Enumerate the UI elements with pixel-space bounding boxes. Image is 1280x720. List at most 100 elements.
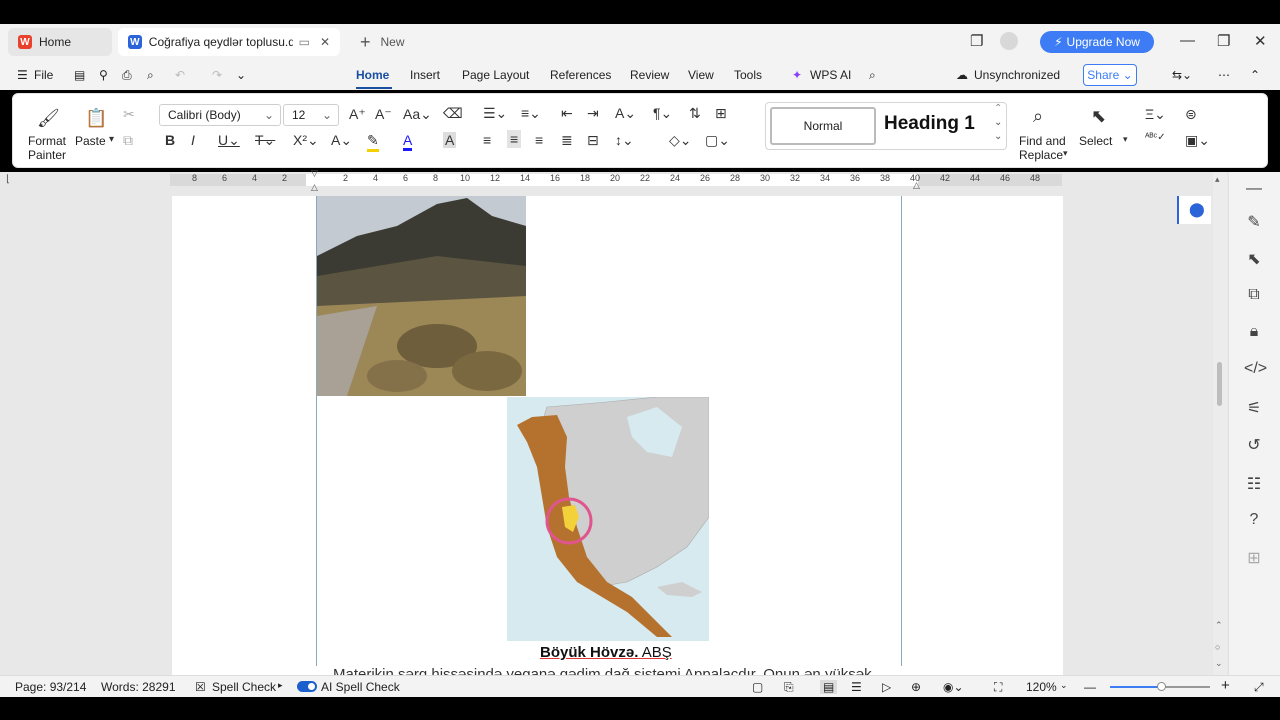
avatar[interactable] <box>1000 32 1018 50</box>
sync-status[interactable]: Unsynchronized <box>974 68 1060 82</box>
menu-view[interactable]: View <box>688 68 714 82</box>
body-text-line[interactable]: Materikin şərq hissəsində yeganə qədim d… <box>333 666 923 675</box>
tab-document[interactable]: W Coğrafiya qeydlər toplusu.doc ▭ ✕ <box>118 28 340 56</box>
collab-icon[interactable]: ⇆⌄ <box>1172 68 1192 82</box>
upgrade-button[interactable]: ⚡ Upgrade Now <box>1040 31 1154 53</box>
underline-icon[interactable]: U⌄ <box>218 132 240 149</box>
select-button[interactable]: Select <box>1079 134 1112 148</box>
help-icon[interactable]: ? <box>1244 511 1264 529</box>
reader-icon[interactable]: ⧉ <box>1244 286 1264 304</box>
align-left-icon[interactable]: ≡ <box>483 132 491 148</box>
chevron-right-icon[interactable]: ▸ <box>278 680 283 691</box>
left-indent-icon[interactable]: △ <box>311 182 318 193</box>
text-effect-icon[interactable]: A⌄ <box>331 132 352 149</box>
menu-insert[interactable]: Insert <box>410 68 440 82</box>
spell-abc-icon[interactable]: ᴬᴮᶜ✓ <box>1145 132 1166 143</box>
code-icon[interactable]: </> <box>1244 360 1267 378</box>
format-painter-label-1[interactable]: Format <box>27 134 67 148</box>
collapse-pane-icon[interactable]: — <box>1244 180 1264 198</box>
menu-file[interactable]: File <box>34 68 53 82</box>
menu-review[interactable]: Review <box>630 68 669 82</box>
minimize-icon[interactable]: — <box>1180 32 1195 49</box>
menu-wps-ai[interactable]: WPS AI <box>810 68 851 82</box>
chevron-down-icon[interactable]: ⌄ <box>994 117 1002 128</box>
find-replace-label-2[interactable]: Replace <box>1019 148 1063 162</box>
numbering-icon[interactable]: ≡⌄ <box>521 105 541 122</box>
format-painter-label-2[interactable]: Painter <box>27 148 67 162</box>
layers-icon[interactable]: ⊜ <box>1185 106 1197 123</box>
scrollbar-thumb[interactable] <box>1217 362 1222 406</box>
edit-pen-icon[interactable]: ✎ <box>1244 212 1264 232</box>
menu-home[interactable]: Home <box>356 68 389 82</box>
shrink-font-icon[interactable]: A⁻ <box>375 106 392 123</box>
more-styles-icon[interactable]: ⌄ <box>994 131 1002 142</box>
scroll-up-icon[interactable]: ▴ <box>1215 174 1220 185</box>
picture-tools-icon[interactable]: ▣⌄ <box>1185 132 1210 149</box>
new-tab-button[interactable]: + New <box>350 28 415 56</box>
desert-photo[interactable] <box>317 196 526 396</box>
location-bookmark[interactable]: ⬤ <box>1177 196 1211 224</box>
paragraph-mark-icon[interactable]: ¶⌄ <box>653 105 672 122</box>
distribute-icon[interactable]: ⊟ <box>587 132 599 149</box>
decrease-indent-icon[interactable]: ⇤ <box>561 105 573 122</box>
line-spacing-icon[interactable]: ↕⌄ <box>615 132 634 149</box>
menu-page-layout[interactable]: Page Layout <box>462 68 529 82</box>
italic-icon[interactable]: I <box>191 132 195 148</box>
char-shading-icon[interactable]: A <box>443 132 457 148</box>
style-normal[interactable]: Normal <box>770 107 876 145</box>
justify-icon[interactable]: ≣ <box>561 132 573 149</box>
zoom-dropdown-icon[interactable]: ⌄ <box>1060 680 1068 691</box>
print-preview-icon[interactable]: ⌕ <box>147 68 154 83</box>
clear-format-icon[interactable]: ⌫ <box>443 105 463 122</box>
zoom-out-icon[interactable]: — <box>1084 680 1096 694</box>
align-center-icon[interactable]: ≡ <box>507 130 522 148</box>
vertical-scrollbar[interactable]: ▴ ⌃ ○ ⌄ <box>1213 172 1227 675</box>
fullscreen-icon[interactable]: ⤢ <box>1254 680 1264 695</box>
close-tab-icon[interactable]: ✕ <box>320 35 330 49</box>
web-view-icon[interactable]: ⊕ <box>911 680 921 694</box>
save-icon[interactable]: ▤ <box>74 68 85 82</box>
tab-home[interactable]: W Home <box>8 28 112 56</box>
ai-spell-toggle[interactable] <box>297 681 317 692</box>
tab-stops-icon[interactable]: ⊞ <box>715 105 727 122</box>
strikethrough-icon[interactable]: T⌄ <box>255 132 275 149</box>
more-icon[interactable]: ⋯ <box>1218 68 1230 82</box>
highlight-icon[interactable]: ✎ <box>367 132 379 152</box>
chevron-up-icon[interactable]: ⌃ <box>994 103 1002 114</box>
right-indent-icon[interactable]: △ <box>913 180 920 191</box>
share-link-icon[interactable]: ⚲ <box>99 68 108 82</box>
apps-grid-icon[interactable]: ⊞ <box>1244 548 1264 568</box>
copy-icon[interactable]: ⧉ <box>123 132 133 149</box>
close-window-icon[interactable]: ✕ <box>1254 32 1267 50</box>
change-case-icon[interactable]: Aa⌄ <box>403 106 432 123</box>
chevron-down-icon[interactable]: ▾ <box>1123 134 1128 145</box>
shading-icon[interactable]: ◇⌄ <box>669 132 692 149</box>
share-button[interactable]: Share ⌄ <box>1083 64 1137 86</box>
hamburger-icon[interactable]: ☰ <box>17 68 28 82</box>
fit-page-icon[interactable]: ⛶ <box>994 680 1002 695</box>
style-heading-1[interactable]: Heading 1 <box>884 113 975 135</box>
prev-page-icon[interactable]: ⌃ <box>1215 620 1223 631</box>
menu-references[interactable]: References <box>550 68 611 82</box>
paste-button[interactable]: Paste <box>75 134 106 148</box>
spell-check-label[interactable]: Spell Check <box>212 680 276 694</box>
paste-dropdown-icon[interactable]: ▾ <box>109 134 114 145</box>
font-name-select[interactable]: Calibri (Body) ⌄ <box>159 104 281 126</box>
save-status-icon[interactable]: ⎘ <box>784 680 794 695</box>
bold-icon[interactable]: B <box>165 132 175 148</box>
collapse-ribbon-icon[interactable]: ⌃ <box>1250 68 1260 82</box>
tab-layout-icon[interactable]: ❐ <box>970 32 983 50</box>
outline-icon[interactable]: ☷ <box>1244 474 1264 494</box>
focus-mode-icon[interactable]: ▢ <box>752 680 763 694</box>
align-right-icon[interactable]: ≡ <box>535 132 543 148</box>
first-line-indent-icon[interactable]: ▽ <box>311 168 318 179</box>
superscript-icon[interactable]: X²⌄ <box>293 132 319 149</box>
chevron-down-icon[interactable]: ⌄ <box>236 68 246 82</box>
page-view-icon[interactable]: ▤ <box>820 680 838 694</box>
find-replace-label-1[interactable]: Find and <box>1019 134 1066 148</box>
zoom-in-icon[interactable]: + <box>1221 677 1230 694</box>
maximize-icon[interactable]: ❐ <box>1217 32 1230 50</box>
grow-font-icon[interactable]: A⁺ <box>349 106 366 123</box>
select-browse-icon[interactable]: ○ <box>1215 642 1220 652</box>
bullets-icon[interactable]: ☰⌄ <box>483 105 507 122</box>
